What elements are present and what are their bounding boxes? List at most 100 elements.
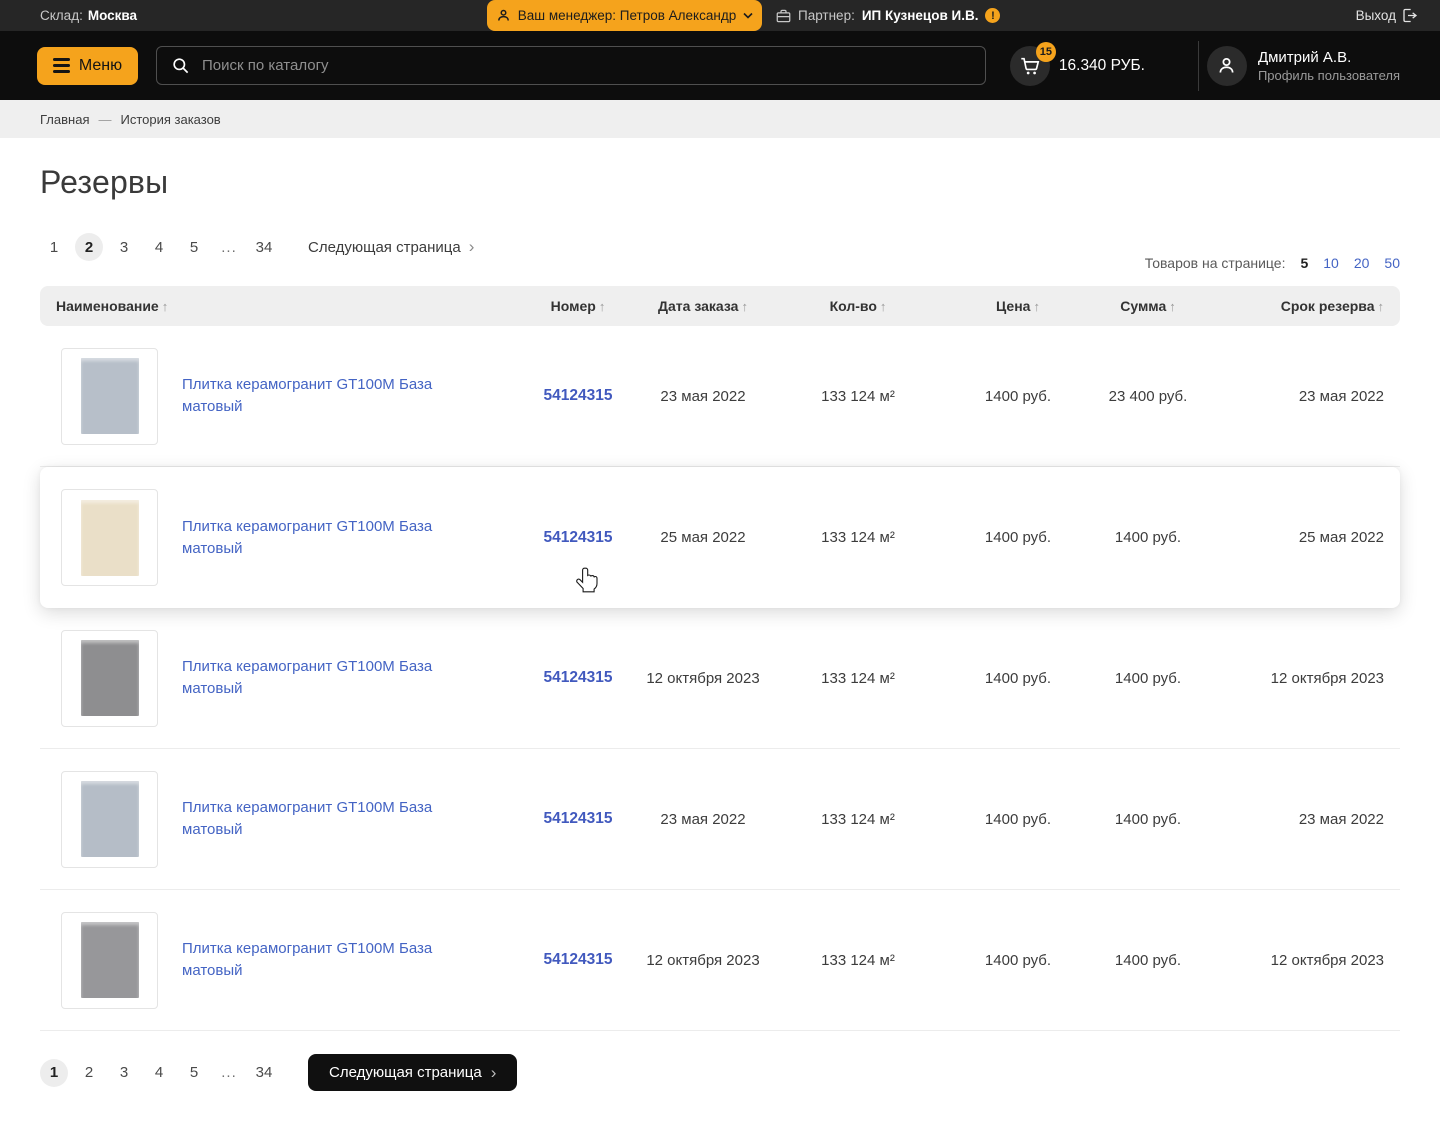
chevron-right-icon: › [490, 1062, 497, 1082]
table-row[interactable]: Плитка керамогранит GT100M База матовый … [40, 467, 1400, 608]
pagination-page-4[interactable]: 4 [145, 1059, 173, 1087]
logout-label: Выход [1355, 8, 1396, 23]
product-link[interactable]: Плитка керамогранит GT100M База матовый [182, 516, 437, 560]
next-page-link[interactable]: Следующая страница › [308, 237, 474, 257]
chevron-down-icon [743, 12, 753, 19]
product-link[interactable]: Плитка керамогранит GT100M База матовый [182, 374, 437, 418]
column-header-price[interactable]: Цена ↑ [948, 298, 1088, 314]
next-page-label: Следующая страница [308, 238, 461, 256]
breadcrumb: Главная — История заказов [0, 100, 1440, 138]
table-row[interactable]: Плитка керамогранит GT100M База матовый … [40, 749, 1400, 890]
breadcrumb-home[interactable]: Главная [40, 112, 89, 127]
hamburger-icon [52, 58, 70, 73]
product-image[interactable] [61, 911, 158, 1009]
order-number-link[interactable]: 54124315 [544, 951, 613, 968]
cart-button[interactable]: 15 16.340 РУБ. [1009, 41, 1145, 86]
product-image[interactable] [61, 770, 158, 868]
main-content: Резервы 1 2 3 4 5... 34 Следующая страница › … [0, 164, 1440, 1125]
column-header-number[interactable]: Номер ↑ [518, 298, 638, 314]
breadcrumb-current[interactable]: История заказов [120, 112, 220, 127]
order-number-link[interactable]: 54124315 [544, 529, 613, 546]
sort-asc-icon: ↑ [598, 299, 606, 314]
sort-asc-icon: ↑ [1377, 299, 1385, 314]
pagination-top: 1 2 3 4 5... 34 Следующая страница › Товаров … [40, 233, 1400, 271]
partner-value: ИП Кузнецов И.В. [861, 8, 979, 23]
briefcase-icon [776, 9, 791, 23]
manager-label: Ваш менеджер: Петров Александр [517, 8, 737, 23]
pagination-page-3[interactable]: 3 [110, 1059, 138, 1087]
order-date: 12 октября 2023 [646, 951, 760, 969]
per-page-option-50[interactable]: 50 [1384, 255, 1400, 271]
search-input[interactable] [202, 57, 971, 74]
main-header: Меню 15 16.340 РУБ. Дмитрий А.В. [0, 31, 1440, 100]
per-page-label: Товаров на странице: [1144, 255, 1286, 271]
product-tile [80, 640, 139, 716]
column-header-name[interactable]: Наименование ↑ [56, 298, 518, 314]
per-page-option-5[interactable]: 5 [1300, 255, 1308, 271]
pagination-page-3[interactable]: 3 [110, 233, 138, 261]
product-link[interactable]: Плитка керамогранит GT100M База матовый [182, 797, 437, 841]
partner-info[interactable]: Партнер: ИП Кузнецов И.В. ! [776, 0, 1001, 31]
reserve-until: 12 октября 2023 [1270, 951, 1384, 969]
per-page-option-10[interactable]: 10 [1323, 255, 1339, 271]
product-link[interactable]: Плитка керамогранит GT100M База матовый [182, 656, 437, 700]
product-image[interactable] [61, 347, 158, 445]
breadcrumb-separator: — [98, 111, 112, 127]
avatar [1206, 45, 1247, 86]
order-number-link[interactable]: 54124315 [544, 387, 613, 404]
pagination-page-1[interactable]: 1 [40, 1058, 68, 1087]
quantity: 133 124 м² [821, 669, 895, 687]
manager-dropdown[interactable]: Ваш менеджер: Петров Александр [487, 0, 762, 31]
product-link[interactable]: Плитка керамогранит GT100M База матовый [182, 938, 437, 982]
quantity: 133 124 м² [821, 529, 895, 546]
per-page-option-20[interactable]: 20 [1354, 255, 1370, 271]
user-role: Профиль пользователя [1257, 67, 1400, 83]
total: 23 400 руб. [1108, 387, 1188, 405]
cart-icon: 15 [1009, 41, 1056, 86]
exit-door-icon [1402, 8, 1418, 23]
product-tile [80, 781, 139, 857]
pagination-pages: 1 2 3 4 5... 34 [40, 1058, 278, 1087]
table-row[interactable]: Плитка керамогранит GT100M База матовый … [40, 326, 1400, 467]
sort-asc-icon: ↑ [879, 299, 887, 314]
sort-asc-icon: ↑ [161, 299, 169, 314]
next-page-button[interactable]: Следующая страница › [308, 1054, 518, 1091]
per-page-selector: Товаров на странице: 5 10 20 50 [1145, 255, 1400, 271]
alert-icon[interactable]: ! [985, 8, 1001, 23]
column-header-reserve-until[interactable]: Срок резерва ↑ [1208, 298, 1384, 314]
menu-label: Меню [78, 56, 123, 74]
person-icon [496, 8, 511, 23]
user-profile-button[interactable]: Дмитрий А.В. Профиль пользователя [1206, 45, 1400, 86]
pagination-page-5[interactable]: 5 [180, 1059, 208, 1087]
header-divider [1197, 40, 1199, 91]
pagination-page-2[interactable]: 2 [75, 1059, 103, 1087]
order-date: 12 октября 2023 [646, 669, 760, 687]
order-number-link[interactable]: 54124315 [544, 810, 613, 827]
table-body: Плитка керамогранит GT100M База матовый … [40, 326, 1400, 1031]
sort-asc-icon: ↑ [1033, 299, 1040, 314]
table-row[interactable]: Плитка керамогранит GT100M База матовый … [40, 608, 1400, 749]
product-image[interactable] [61, 489, 158, 586]
order-number-link[interactable]: 54124315 [544, 669, 613, 686]
column-header-total[interactable]: Сумма ↑ [1088, 298, 1208, 314]
pagination-page-5[interactable]: 5 [180, 233, 208, 261]
product-image[interactable] [61, 629, 158, 727]
pagination-page-2[interactable]: 2 [75, 233, 103, 261]
menu-button[interactable]: Меню [37, 46, 138, 85]
column-header-quantity[interactable]: Кол-во ↑ [768, 298, 948, 314]
pagination-page-4[interactable]: 4 [145, 233, 173, 261]
column-header-order-date[interactable]: Дата заказа ↑ [638, 298, 768, 314]
pagination-page-34[interactable]: 34 [250, 233, 278, 261]
pagination-pages: 1 2 3 4 5... 34 [40, 233, 278, 261]
order-date: 25 мая 2022 [660, 529, 746, 546]
price: 1400 руб. [984, 669, 1052, 687]
warehouse-value[interactable]: Москва [88, 8, 137, 23]
partner-label: Партнер: [798, 8, 855, 23]
quantity: 133 124 м² [821, 810, 895, 828]
next-page-label: Следующая страница [329, 1064, 482, 1081]
pagination-page-1[interactable]: 1 [40, 233, 68, 261]
price: 1400 руб. [984, 529, 1052, 546]
pagination-page-34[interactable]: 34 [250, 1059, 278, 1087]
logout-button[interactable]: Выход [1356, 8, 1418, 23]
table-row[interactable]: Плитка керамогранит GT100M База матовый … [40, 890, 1400, 1031]
